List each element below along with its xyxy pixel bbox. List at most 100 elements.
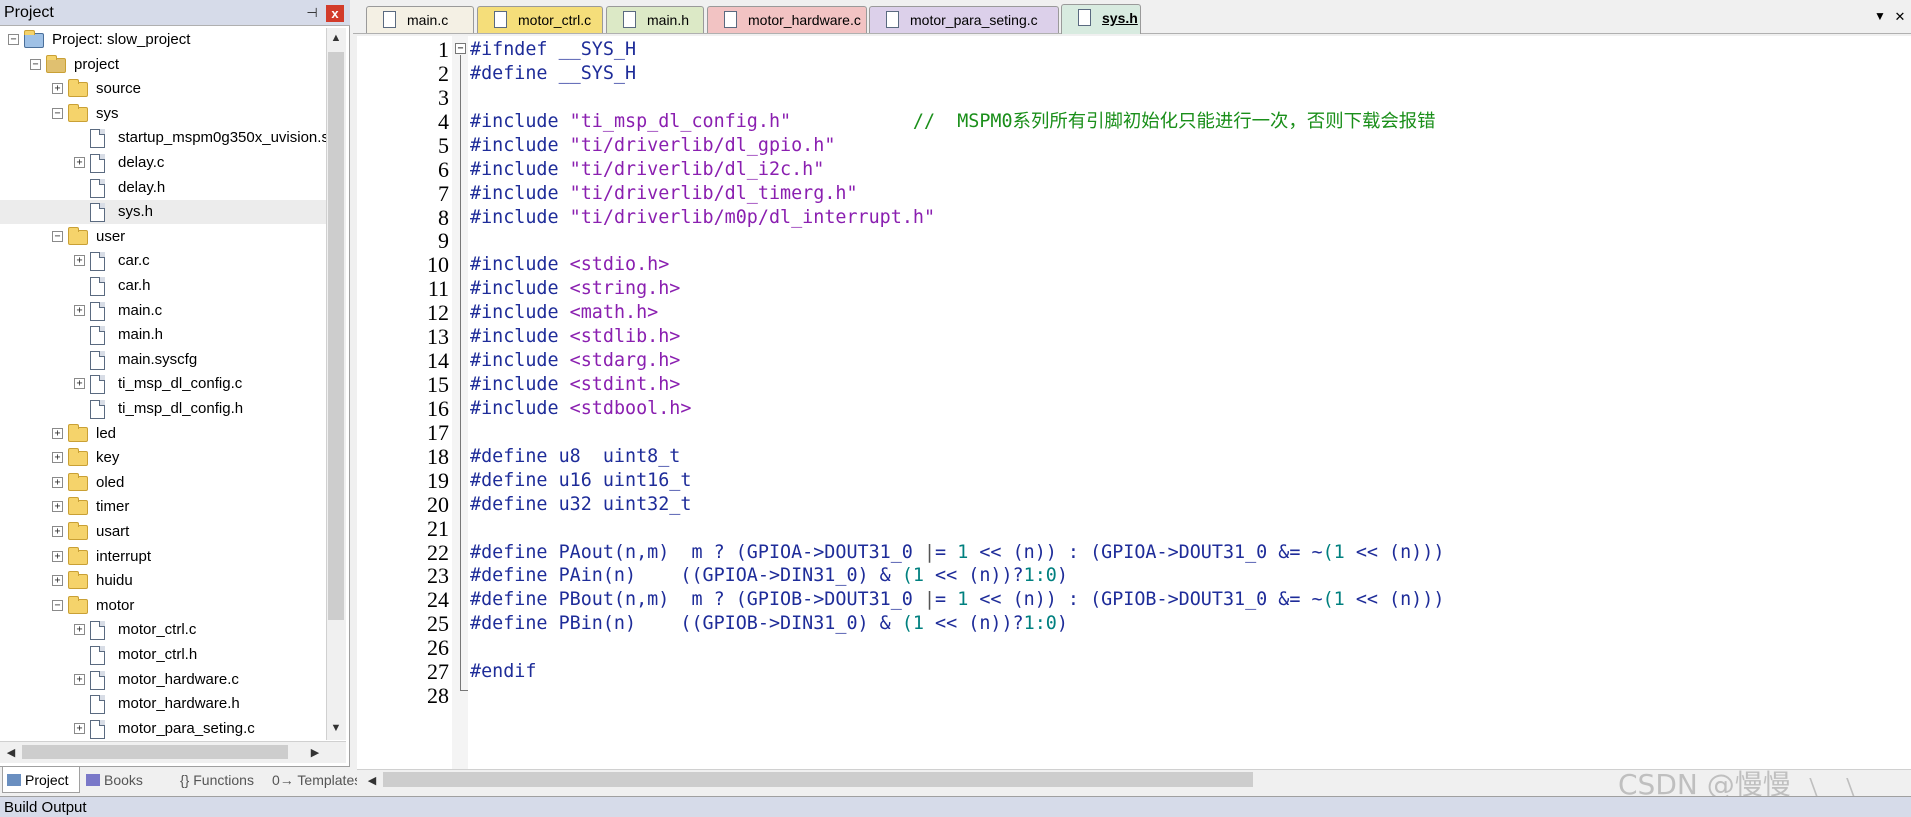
expand-icon[interactable]: + xyxy=(74,673,85,685)
tree-item[interactable]: + source xyxy=(0,77,326,101)
folder-icon xyxy=(68,448,88,467)
code-line[interactable]: #define PBin(n) ((GPIOB->DIN31_0) & (1 <… xyxy=(470,612,1068,636)
fold-toggle-icon[interactable]: − xyxy=(455,43,466,54)
templates-icon xyxy=(254,774,268,786)
collapse-icon[interactable]: − xyxy=(8,34,19,45)
code-line[interactable]: #include <stdint.h> xyxy=(470,373,680,397)
scroll-up-icon[interactable]: ▲ xyxy=(327,32,345,44)
code-line[interactable]: #include <stdio.h> xyxy=(470,253,669,277)
expand-icon[interactable]: + xyxy=(52,550,63,562)
expand-icon[interactable]: + xyxy=(52,83,63,95)
tree-item[interactable]: + delay.c xyxy=(0,151,326,175)
panel-tab[interactable]: 0→ Templates xyxy=(250,767,361,793)
code-line[interactable]: #include "ti/driverlib/dl_timerg.h" xyxy=(470,182,858,206)
tree-item[interactable]: + main.c xyxy=(0,299,326,323)
code-line[interactable]: #include "ti/driverlib/m0p/dl_interrupt.… xyxy=(470,206,935,230)
code-line[interactable]: #endif xyxy=(470,660,536,684)
expand-icon[interactable]: + xyxy=(74,378,85,390)
code-line[interactable]: #define u32 uint32_t xyxy=(470,493,691,517)
tree-item[interactable]: car.h xyxy=(0,274,326,298)
tree-item[interactable]: + interrupt xyxy=(0,545,326,569)
tree-item[interactable]: + car.c xyxy=(0,249,326,273)
pin-icon[interactable]: ⊣ xyxy=(303,4,321,22)
tree-item[interactable]: + oled xyxy=(0,471,326,495)
editor-scroll-left-icon[interactable]: ◀ xyxy=(363,774,381,787)
code-line[interactable]: #include "ti_msp_dl_config.h" // MSPM0系列… xyxy=(470,110,1436,134)
scroll-down-icon[interactable]: ▼ xyxy=(327,722,345,734)
tree-horizontal-thumb[interactable] xyxy=(22,745,288,759)
code-line[interactable]: #include <math.h> xyxy=(470,301,658,325)
expand-icon[interactable]: + xyxy=(52,427,63,439)
tree-item[interactable]: − project xyxy=(0,53,326,77)
scroll-left-icon[interactable]: ◀ xyxy=(2,746,20,759)
panel-tab[interactable]: Project xyxy=(2,767,80,793)
tree-item-label: source xyxy=(96,80,142,98)
panel-tab[interactable]: {} Functions xyxy=(158,767,254,793)
tab-list-dropdown-icon[interactable]: ▼ xyxy=(1872,9,1888,25)
close-panel-icon[interactable]: x xyxy=(326,5,344,22)
editor-tab[interactable]: main.c xyxy=(366,6,474,33)
collapse-icon[interactable]: − xyxy=(52,599,63,611)
code-line[interactable]: #define u8 uint8_t xyxy=(470,445,680,469)
editor-horizontal-thumb[interactable] xyxy=(383,772,1253,787)
editor-tab[interactable]: motor_hardware.c xyxy=(707,6,867,33)
expand-icon[interactable]: + xyxy=(52,452,63,464)
code-line[interactable]: #include <string.h> xyxy=(470,277,680,301)
tree-item[interactable]: sys.h xyxy=(0,200,326,225)
code-line[interactable]: #define __SYS_H xyxy=(470,62,636,86)
tree-item[interactable]: + huidu xyxy=(0,569,326,593)
tree-item[interactable]: + key xyxy=(0,446,326,470)
code-line[interactable]: #ifndef __SYS_H xyxy=(470,38,636,62)
tree-item[interactable]: − sys xyxy=(0,102,326,126)
tree-item[interactable]: − Project: slow_project xyxy=(0,28,326,52)
tree-item[interactable]: − motor xyxy=(0,594,326,618)
line-number: 14 xyxy=(427,348,449,374)
tree-item[interactable]: ti_msp_dl_config.h xyxy=(0,397,326,421)
code-line[interactable]: #include "ti/driverlib/dl_i2c.h" xyxy=(470,158,824,182)
panel-tab[interactable]: Books xyxy=(82,767,156,793)
tree-item[interactable]: motor_ctrl.h xyxy=(0,643,326,667)
tree-item[interactable]: + usart xyxy=(0,520,326,544)
editor-tab[interactable]: main.h xyxy=(606,6,704,33)
tree-item-label: timer xyxy=(96,498,130,516)
tree-item[interactable]: − user xyxy=(0,225,326,249)
close-tab-icon[interactable]: ✕ xyxy=(1892,9,1908,25)
code-line[interactable]: #include <stdbool.h> xyxy=(470,397,691,421)
expand-icon[interactable]: + xyxy=(52,476,63,488)
tree-item[interactable]: + led xyxy=(0,422,326,446)
collapse-icon[interactable]: − xyxy=(30,58,41,70)
code-line[interactable]: #define PAin(n) ((GPIOA->DIN31_0) & (1 <… xyxy=(470,564,1068,588)
expand-icon[interactable]: + xyxy=(74,255,85,267)
expand-icon[interactable]: + xyxy=(52,526,63,537)
tree-item[interactable]: + timer xyxy=(0,495,326,519)
tree-item[interactable]: main.syscfg xyxy=(0,348,326,372)
code-line[interactable]: #include <stdarg.h> xyxy=(470,349,680,373)
tree-item[interactable]: + ti_msp_dl_config.c xyxy=(0,372,326,396)
tree-item[interactable]: startup_mspm0g350x_uvision.s xyxy=(0,126,326,150)
collapse-icon[interactable]: − xyxy=(52,230,63,242)
editor-tab[interactable]: motor_ctrl.c xyxy=(477,6,603,33)
code-line[interactable]: #include "ti/driverlib/dl_gpio.h" xyxy=(470,134,835,158)
expand-icon[interactable]: + xyxy=(52,501,63,513)
tree-item[interactable]: delay.h xyxy=(0,176,326,200)
tree-item[interactable]: + motor_ctrl.c xyxy=(0,618,326,642)
tree-item[interactable]: + motor_hardware.c xyxy=(0,668,326,692)
code-line[interactable]: #define PAout(n,m) m ? (GPIOA->DOUT31_0 … xyxy=(470,541,1444,565)
code-token: #include xyxy=(470,374,570,396)
scroll-right-icon[interactable]: ▶ xyxy=(306,746,324,759)
tree-item[interactable]: + motor_para_seting.c xyxy=(0,717,326,740)
editor-tab[interactable]: sys.h xyxy=(1061,4,1141,34)
collapse-icon[interactable]: − xyxy=(52,107,63,119)
tree-item[interactable]: motor_hardware.h xyxy=(0,692,326,716)
code-line[interactable]: #define PBout(n,m) m ? (GPIOB->DOUT31_0 … xyxy=(470,588,1444,612)
tree-item[interactable]: main.h xyxy=(0,323,326,347)
expand-icon[interactable]: + xyxy=(74,624,85,636)
expand-icon[interactable]: + xyxy=(74,157,85,168)
expand-icon[interactable]: + xyxy=(52,575,63,587)
tree-vertical-thumb[interactable] xyxy=(328,52,344,620)
expand-icon[interactable]: + xyxy=(74,722,85,734)
code-line[interactable]: #define u16 uint16_t xyxy=(470,469,691,493)
expand-icon[interactable]: + xyxy=(74,304,85,316)
editor-tab[interactable]: motor_para_seting.c xyxy=(869,6,1059,33)
code-line[interactable]: #include <stdlib.h> xyxy=(470,325,680,349)
